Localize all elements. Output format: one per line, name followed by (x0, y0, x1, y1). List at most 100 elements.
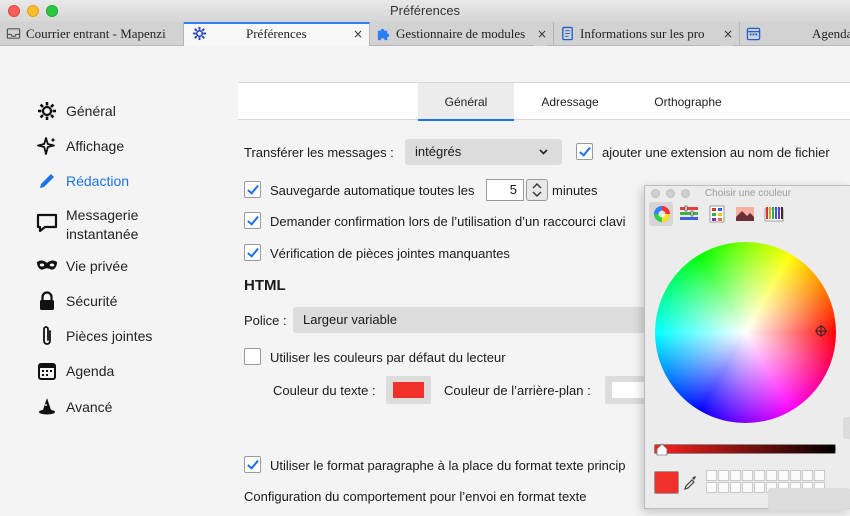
font-label: Police : (244, 313, 287, 328)
subtab-spelling[interactable]: Orthographe (634, 83, 742, 121)
tab-addons[interactable]: Gestionnaire de modules × (370, 22, 554, 46)
crayons-icon[interactable] (764, 205, 784, 223)
extension-checkbox[interactable] (576, 143, 593, 160)
autosave-minutes-input[interactable]: 5 (486, 179, 524, 201)
color-picker-window: Choisir une couleur (644, 185, 850, 509)
send-options-button[interactable] (768, 488, 850, 510)
brightness-slider[interactable] (654, 444, 836, 454)
wizard-hat-icon (36, 396, 58, 418)
autosave-stepper[interactable] (526, 179, 548, 201)
sidebar-item-label: Général (66, 103, 116, 119)
wheel-crosshair-icon[interactable] (815, 325, 827, 337)
tab-label: Préférences (246, 26, 307, 41)
sidebar-item-label: Agenda (66, 363, 115, 379)
sidebar-item-chat[interactable]: Messagerie instantanée (36, 206, 138, 244)
picker-title: Choisir une couleur (704, 188, 792, 199)
text-color-label: Couleur du texte : (273, 383, 376, 398)
tab-bar: Courrier entrant - Mapenzi Préférences ×… (0, 22, 850, 46)
calendar-icon (36, 360, 58, 382)
window-title: Préférences (389, 3, 461, 18)
forward-select-value: intégrés (415, 144, 462, 159)
paperclip-icon (36, 325, 58, 347)
tab-label: Agenda (812, 26, 850, 41)
sidebar-item-general[interactable]: Général (36, 100, 116, 122)
sidebar-item-display[interactable]: Affichage (36, 135, 124, 157)
attachments-check-label: Vérification de pièces jointes manquante… (270, 246, 510, 261)
eyedropper-icon[interactable] (683, 475, 697, 491)
sidebar-item-label: Pièces jointes (66, 328, 153, 344)
confirm-shortcut-checkbox[interactable] (244, 212, 261, 229)
close-tab-icon[interactable]: × (353, 24, 363, 44)
text-color-button[interactable] (386, 376, 431, 404)
sidebar-item-calendar[interactable]: Agenda (36, 360, 114, 382)
hidden-button-edge[interactable] (843, 417, 850, 439)
text-color-swatch (393, 382, 424, 398)
bg-color-label: Couleur de l’arrière-plan : (444, 383, 591, 398)
font-select-value: Largeur variable (303, 312, 397, 327)
sidebar-item-composition[interactable]: Rédaction (36, 170, 129, 192)
puzzle-icon (377, 28, 390, 41)
calendar-icon (746, 27, 761, 41)
subtab-general[interactable]: Général (418, 83, 514, 121)
stepper-arrows-icon (532, 183, 542, 197)
close-tab-icon[interactable]: × (719, 22, 733, 46)
pencil-icon (36, 170, 58, 192)
send-config-label: Configuration du comportement pour l’env… (244, 489, 587, 504)
bg-color-button[interactable] (605, 376, 645, 404)
paragraph-format-checkbox[interactable] (244, 456, 261, 473)
autosave-label: Sauvegarde automatique toutes les (270, 183, 475, 198)
current-color-swatch[interactable] (654, 471, 679, 494)
font-select[interactable]: Largeur variable (293, 307, 649, 333)
tab-label: Courrier entrant - Mapenzi (26, 26, 166, 41)
extension-label: ajouter une extension au nom de fichier (602, 145, 830, 160)
subtab-bar: Général Adressage Orthographe (238, 82, 850, 121)
window-titlebar: Préférences (0, 0, 850, 22)
sidebar-item-privacy[interactable]: Vie privée (36, 255, 128, 277)
tab-calendar[interactable]: Agenda (740, 22, 850, 46)
confirm-shortcut-label: Demander confirmation lors de l’utilisat… (270, 214, 626, 229)
close-window-button[interactable] (8, 5, 20, 17)
tab-info[interactable]: Informations sur les pro × (554, 22, 740, 46)
lock-icon (36, 290, 58, 312)
gear-icon (36, 100, 58, 122)
color-wheel[interactable] (655, 242, 836, 423)
chevron-down-icon (539, 149, 548, 155)
sidebar-item-advanced[interactable]: Avancé (36, 396, 112, 418)
attachments-check-checkbox[interactable] (244, 244, 261, 261)
mask-icon (36, 255, 58, 277)
default-colors-checkbox[interactable] (244, 348, 261, 365)
default-colors-label: Utiliser les couleurs par défaut du lect… (270, 350, 506, 365)
html-heading: HTML (244, 277, 286, 294)
sidebar-item-label: Vie privée (66, 258, 129, 274)
tab-label: Gestionnaire de modules (396, 26, 526, 41)
color-sliders-icon[interactable] (679, 205, 699, 223)
slider-thumb-icon[interactable] (656, 443, 668, 456)
document-icon (562, 26, 573, 41)
sidebar-item-label: Rédaction (66, 173, 130, 189)
close-tab-icon[interactable]: × (533, 22, 547, 46)
color-wheel-icon[interactable] (652, 205, 672, 223)
bg-color-swatch (612, 382, 645, 398)
autosave-checkbox[interactable] (244, 181, 261, 198)
forward-select[interactable]: intégrés (405, 139, 562, 165)
zoom-window-button[interactable] (46, 5, 58, 17)
inbox-icon (6, 28, 21, 39)
sidebar-item-label: Affichage (66, 138, 125, 154)
tab-preferences[interactable]: Préférences × (184, 22, 370, 46)
autosave-unit: minutes (552, 183, 598, 198)
sparkle-icon (36, 135, 58, 157)
sidebar-item-label: Avancé (66, 399, 113, 415)
gear-icon (192, 26, 207, 41)
chat-bubble-icon (36, 212, 58, 234)
sidebar-item-label: Messagerie instantanée (66, 207, 139, 242)
subtab-addressing[interactable]: Adressage (524, 83, 616, 121)
color-palettes-icon[interactable] (707, 205, 727, 223)
tab-label: Informations sur les pro (580, 26, 705, 41)
sidebar-item-security[interactable]: Sécurité (36, 290, 117, 312)
paragraph-format-label: Utiliser le format paragraphe à la place… (270, 458, 626, 473)
image-palettes-icon[interactable] (735, 205, 755, 223)
sidebar-item-label: Sécurité (66, 293, 118, 309)
tab-inbox[interactable]: Courrier entrant - Mapenzi (0, 22, 184, 46)
minimize-window-button[interactable] (27, 5, 39, 17)
sidebar-item-attachments[interactable]: Pièces jointes (36, 325, 152, 347)
